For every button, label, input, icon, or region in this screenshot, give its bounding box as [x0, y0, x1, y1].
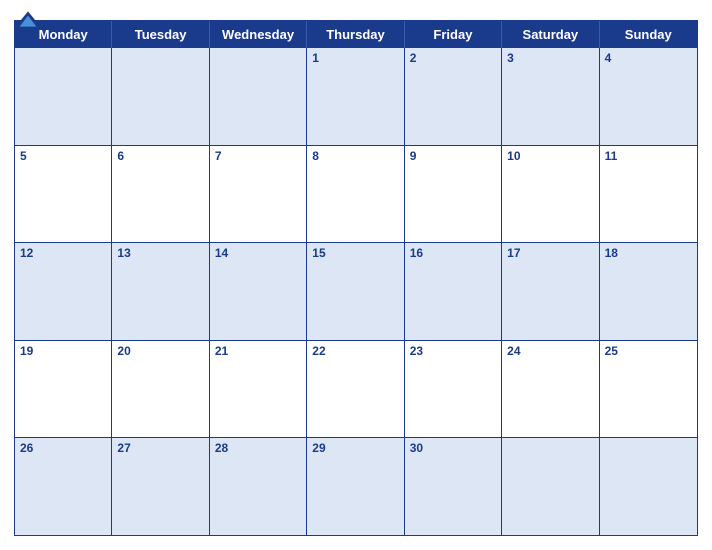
- day-cell: 15: [307, 243, 404, 340]
- day-number: 3: [507, 51, 514, 65]
- day-number: 18: [605, 246, 618, 260]
- day-cell: [15, 48, 112, 145]
- calendar-week: 26 27 28 29 30: [15, 437, 697, 535]
- day-cell: 30: [405, 438, 502, 535]
- day-cell: 16: [405, 243, 502, 340]
- day-number: 16: [410, 246, 423, 260]
- day-number: 1: [312, 51, 319, 65]
- calendar-body: 1234567891011121314151617181920212223242…: [15, 48, 697, 535]
- calendar-weekdays: MondayTuesdayWednesdayThursdayFridaySatu…: [15, 21, 697, 48]
- weekday-header: Friday: [405, 21, 502, 48]
- day-number: 12: [20, 246, 33, 260]
- day-cell: [600, 438, 697, 535]
- day-cell: 7: [210, 146, 307, 243]
- day-number: 29: [312, 441, 325, 455]
- day-cell: 22: [307, 341, 404, 438]
- day-number: 15: [312, 246, 325, 260]
- day-number: 26: [20, 441, 33, 455]
- weekday-header: Sunday: [600, 21, 697, 48]
- day-cell: 23: [405, 341, 502, 438]
- logo-icon: [14, 10, 42, 28]
- day-number: 5: [20, 149, 27, 163]
- day-number: 21: [215, 344, 228, 358]
- day-cell: 13: [112, 243, 209, 340]
- day-cell: 2: [405, 48, 502, 145]
- calendar-week: 12 13 14 15 16 17 18: [15, 242, 697, 340]
- day-number: 4: [605, 51, 612, 65]
- day-cell: 12: [15, 243, 112, 340]
- day-number: 30: [410, 441, 423, 455]
- day-cell: 26: [15, 438, 112, 535]
- day-number: 14: [215, 246, 228, 260]
- day-cell: 25: [600, 341, 697, 438]
- day-cell: 8: [307, 146, 404, 243]
- day-cell: 20: [112, 341, 209, 438]
- day-number: 27: [117, 441, 130, 455]
- weekday-header: Saturday: [502, 21, 599, 48]
- day-cell: 9: [405, 146, 502, 243]
- day-cell: 4: [600, 48, 697, 145]
- day-number: 19: [20, 344, 33, 358]
- day-number: 20: [117, 344, 130, 358]
- day-cell: [112, 48, 209, 145]
- day-number: 9: [410, 149, 417, 163]
- calendar-week: 1 2 3 4: [15, 48, 697, 145]
- day-number: 17: [507, 246, 520, 260]
- day-number: 23: [410, 344, 423, 358]
- day-number: 2: [410, 51, 417, 65]
- day-number: 8: [312, 149, 319, 163]
- day-number: 7: [215, 149, 222, 163]
- day-cell: [502, 438, 599, 535]
- day-cell: 24: [502, 341, 599, 438]
- calendar-header: [14, 10, 698, 20]
- day-cell: 1: [307, 48, 404, 145]
- calendar-week: 5 6 7 8 9 10 11: [15, 145, 697, 243]
- day-cell: 19: [15, 341, 112, 438]
- weekday-header: Wednesday: [210, 21, 307, 48]
- day-cell: 17: [502, 243, 599, 340]
- day-cell: 29: [307, 438, 404, 535]
- calendar-container: MondayTuesdayWednesdayThursdayFridaySatu…: [0, 0, 712, 550]
- day-cell: 6: [112, 146, 209, 243]
- day-cell: 27: [112, 438, 209, 535]
- weekday-header: Tuesday: [112, 21, 209, 48]
- calendar-week: 19 20 21 22 23 24 25: [15, 340, 697, 438]
- day-cell: 28: [210, 438, 307, 535]
- day-cell: 3: [502, 48, 599, 145]
- day-number: 10: [507, 149, 520, 163]
- calendar-grid: MondayTuesdayWednesdayThursdayFridaySatu…: [14, 20, 698, 536]
- day-number: 28: [215, 441, 228, 455]
- day-cell: 18: [600, 243, 697, 340]
- day-cell: [210, 48, 307, 145]
- day-number: 13: [117, 246, 130, 260]
- day-number: 11: [605, 149, 618, 163]
- day-number: 22: [312, 344, 325, 358]
- day-cell: 5: [15, 146, 112, 243]
- day-cell: 11: [600, 146, 697, 243]
- day-cell: 21: [210, 341, 307, 438]
- day-number: 25: [605, 344, 618, 358]
- logo-area: [14, 10, 42, 28]
- day-cell: 14: [210, 243, 307, 340]
- day-number: 24: [507, 344, 520, 358]
- day-cell: 10: [502, 146, 599, 243]
- weekday-header: Thursday: [307, 21, 404, 48]
- day-number: 6: [117, 149, 124, 163]
